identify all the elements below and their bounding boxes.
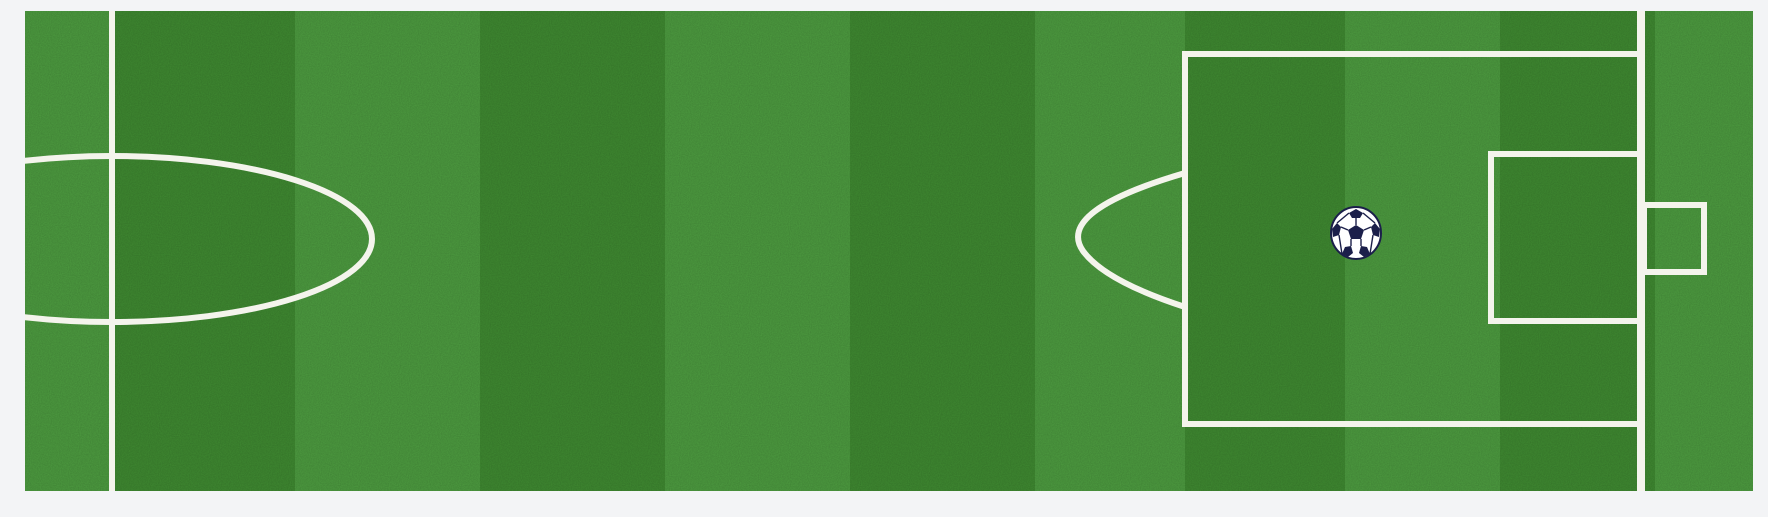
soccer-pitch[interactable] (25, 11, 1753, 491)
soccer-ball[interactable] (1330, 206, 1382, 260)
game-frame (0, 0, 1768, 517)
center-spot (109, 236, 115, 242)
pitch-surface (25, 11, 1753, 491)
soccer-ball-icon (1330, 206, 1382, 260)
